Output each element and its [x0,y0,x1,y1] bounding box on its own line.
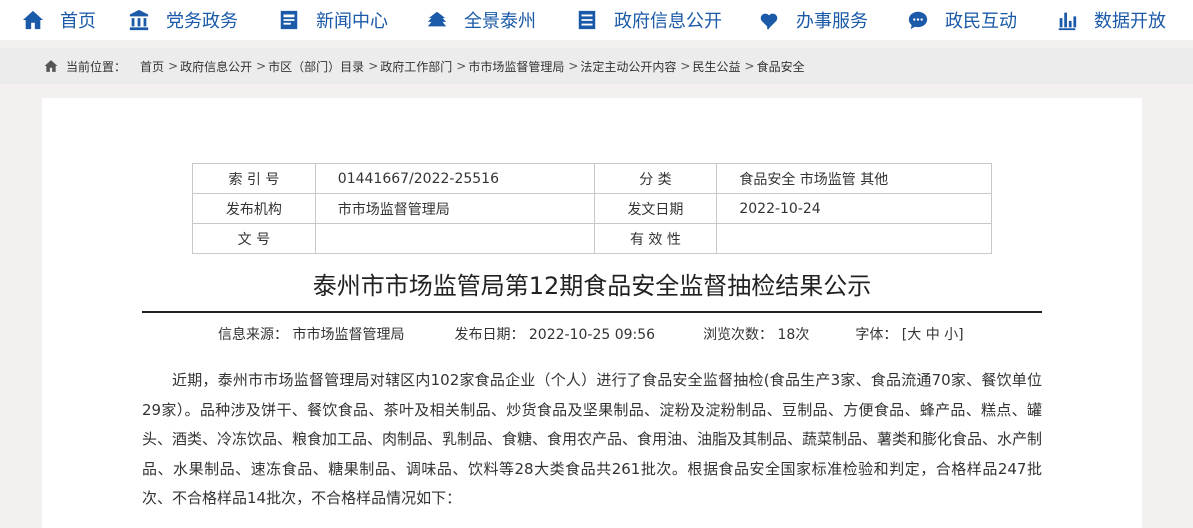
breadcrumb-link-food-safety[interactable]: 食品安全 [757,58,805,75]
breadcrumb-separator: > [368,59,379,73]
list-icon [578,10,596,30]
index-number-label: 索 引 号 [192,163,316,194]
breadcrumb-link-gov-info[interactable]: 政府信息公开 [180,58,252,75]
article-source: 信息来源： 市市场监督管理局 [218,327,405,343]
document-meta-table: 索 引 号 01441667/2022-25516 分 类 食品安全 市场监管 … [192,163,992,254]
breadcrumb-separator: > [456,59,467,73]
nav-item-label: 首页 [60,11,96,32]
chat-icon [908,11,928,30]
doc-number-label: 文 号 [192,223,316,254]
font-size-bracket-close: ] [958,327,964,343]
nav-item-news-center[interactable]: 新闻中心 [278,0,388,40]
nav-item-label: 办事服务 [796,11,868,32]
category-label: 分 类 [593,163,718,194]
article-view-count: 浏览次数： 18次 [703,327,810,343]
breadcrumb-separator: > [568,59,579,73]
breadcrumb: 当前位置： 首页 > 政府信息公开 > 市区（部门）目录 > 政府工作部门 > … [44,48,805,84]
nav-item-party-affairs[interactable]: 党务政务 [128,0,238,40]
nav-item-label: 政府信息公开 [614,11,722,32]
article-body: 近期，泰州市市场监督管理局对辖区内102家食品企业（个人）进行了食品安全监督抽检… [142,371,1043,507]
breadcrumb-link-livelihood[interactable]: 民生公益 [692,58,740,75]
breadcrumb-link-market-bureau[interactable]: 市市场监督管理局 [468,58,564,75]
breadcrumb-separator: > [256,59,267,73]
font-size-medium-button[interactable]: 中 [926,327,940,343]
nav-item-label: 政民互动 [945,11,1017,32]
breadcrumb-bar: 当前位置： 首页 > 政府信息公开 > 市区（部门）目录 > 政府工作部门 > … [0,48,1193,84]
font-size-small-button[interactable]: 小 [944,327,958,343]
validity-value [716,223,992,254]
nav-item-label: 新闻中心 [316,11,388,32]
nav-item-services[interactable]: 办事服务 [758,0,868,40]
landscape-icon [427,11,447,27]
article-publish-time: 发布日期： 2022-10-25 09:56 [454,327,656,343]
article-title: 泰州市市场监管局第12期食品安全监督抽检结果公示 [312,272,872,300]
article-info-bar: 信息来源： 市市场监督管理局 发布日期： 2022-10-25 09:56 浏览… [218,324,964,344]
breadcrumb-link-statutory[interactable]: 法定主动公开内容 [580,58,676,75]
issue-date-value: 2022-10-24 [716,193,992,224]
breadcrumb-separator: > [744,59,755,73]
breadcrumb-label: 当前位置： [66,59,127,74]
table-row: 文 号 有 效 性 [192,223,992,254]
table-row: 发布机构 市市场监督管理局 发文日期 2022-10-24 [192,193,992,224]
nav-item-interaction[interactable]: 政民互动 [907,0,1017,40]
breadcrumb-link-directory[interactable]: 市区（部门）目录 [268,58,364,75]
nav-item-gov-info[interactable]: 政府信息公开 [576,0,722,40]
breadcrumb-separator: > [168,59,179,73]
bar-chart-icon [1058,12,1077,31]
table-row: 索 引 号 01441667/2022-25516 分 类 食品安全 市场监管 … [192,163,992,194]
service-icon [760,13,778,30]
breadcrumb-link-home[interactable]: 首页 [140,58,164,75]
nav-item-label: 数据开放 [1094,11,1166,32]
category-value: 食品安全 市场监管 其他 [716,163,992,194]
validity-label: 有 效 性 [593,223,718,254]
font-size-label: 字体： [855,327,898,343]
breadcrumb-separator: > [680,59,691,73]
nav-item-label: 全景泰州 [464,11,536,32]
title-divider [142,311,1042,313]
home-icon [44,60,58,72]
nav-item-home[interactable]: 首页 [22,0,96,40]
nav-item-panorama[interactable]: 全景泰州 [426,0,536,40]
publisher-value: 市市场监督管理局 [314,193,595,224]
doc-number-value [314,223,595,254]
nav-item-open-data[interactable]: 数据开放 [1056,0,1166,40]
font-size-control: 字体： [大 中 小] [855,324,963,344]
building-icon [129,9,149,31]
nav-item-label: 党务政务 [166,11,238,32]
issue-date-label: 发文日期 [593,193,718,224]
index-number-value: 01441667/2022-25516 [314,163,595,194]
font-size-large-button[interactable]: 大 [907,327,921,343]
publisher-label: 发布机构 [192,193,316,224]
breadcrumb-link-departments[interactable]: 政府工作部门 [380,58,452,75]
home-icon [22,10,44,30]
top-nav: 首页 党务政务 新闻中心 全景泰州 政府信息公开 办事服务 政民互动 数据开放 [0,0,1193,40]
newspaper-icon [280,10,298,30]
